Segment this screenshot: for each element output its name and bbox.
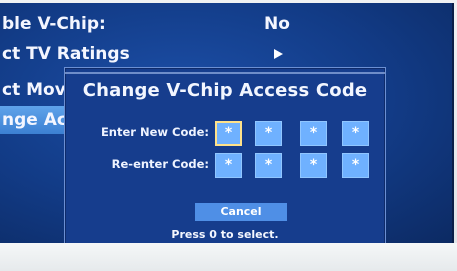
new-code-digit-3[interactable]: * xyxy=(300,121,327,146)
menu-item-label: ct TV Ratings xyxy=(2,44,130,64)
new-code-digit-2[interactable]: * xyxy=(255,121,282,146)
dialog-divider xyxy=(65,72,385,74)
digit-mask: * xyxy=(309,125,318,141)
menu-item-value: No xyxy=(264,14,290,34)
menu-item-enable-vchip[interactable]: ble V-Chip: No xyxy=(0,10,340,38)
change-access-code-dialog: Change V-Chip Access Code Enter New Code… xyxy=(64,67,386,243)
screen-bottom-bezel xyxy=(0,243,457,271)
reenter-code-digit-1[interactable]: * xyxy=(215,153,242,178)
digit-mask: * xyxy=(351,125,360,141)
digit-mask: * xyxy=(224,125,233,141)
digit-mask: * xyxy=(309,157,318,173)
new-code-digit-4[interactable]: * xyxy=(342,121,369,146)
tv-screen: ble V-Chip: No ct TV Ratings ct Mov nge … xyxy=(0,3,454,243)
reenter-code-label: Re-enter Code: xyxy=(111,157,209,171)
reenter-code-digit-2[interactable]: * xyxy=(255,153,282,178)
right-triangle-icon xyxy=(274,49,283,59)
digit-mask: * xyxy=(264,125,273,141)
cancel-button[interactable]: Cancel xyxy=(195,203,287,221)
menu-item-label: ble V-Chip: xyxy=(2,14,106,34)
reenter-code-digit-4[interactable]: * xyxy=(342,153,369,178)
new-code-label: Enter New Code: xyxy=(100,125,209,139)
dialog-title: Change V-Chip Access Code xyxy=(82,80,368,101)
digit-mask: * xyxy=(351,157,360,173)
digit-mask: * xyxy=(224,157,233,173)
menu-item-label: nge Ac xyxy=(2,110,67,130)
menu-item-tv-ratings[interactable]: ct TV Ratings xyxy=(0,40,340,68)
digit-mask: * xyxy=(264,157,273,173)
hint-text: Press 0 to select. xyxy=(171,228,279,241)
reenter-code-digit-3[interactable]: * xyxy=(300,153,327,178)
menu-item-change-access-code[interactable]: nge Ac xyxy=(0,106,72,134)
menu-item-label: ct Mov xyxy=(2,80,66,100)
new-code-digit-1[interactable]: * xyxy=(215,121,242,146)
